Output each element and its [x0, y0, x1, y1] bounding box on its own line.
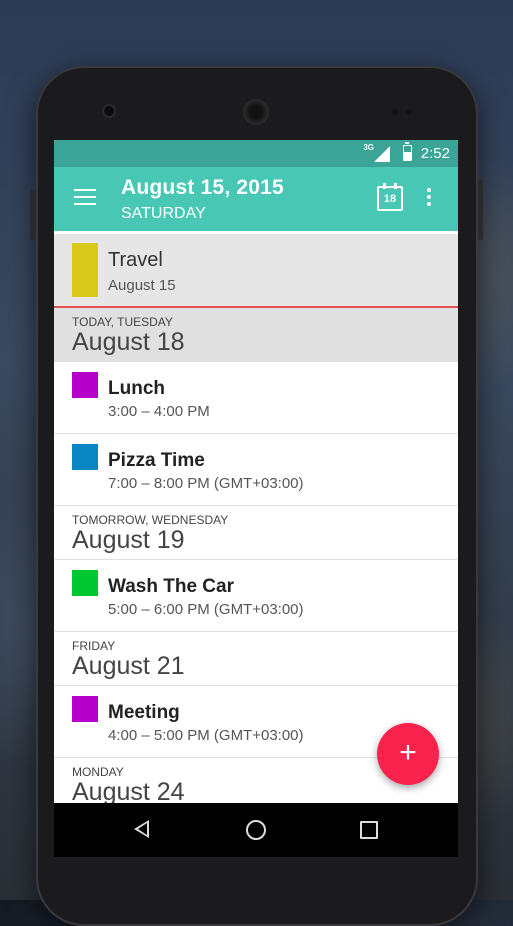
event-time: 5:00 – 6:00 PM (GMT+03:00): [108, 601, 304, 618]
front-camera: [104, 106, 114, 116]
network-type: 3G: [363, 143, 374, 152]
event-time: 4:00 – 5:00 PM (GMT+03:00): [108, 727, 304, 744]
volume-button: [30, 190, 36, 240]
list-item[interactable]: Pizza Time 7:00 – 8:00 PM (GMT+03:00): [54, 434, 458, 506]
proximity-sensor: [392, 109, 398, 115]
event-color-swatch: [72, 696, 98, 722]
event-color-swatch: [72, 570, 98, 596]
event-title: Travel: [108, 249, 163, 271]
calendar-icon[interactable]: 18: [377, 183, 403, 211]
event-time: 7:00 – 8:00 PM (GMT+03:00): [108, 475, 304, 492]
event-color-swatch: [72, 444, 98, 470]
event-title: Lunch: [108, 378, 165, 399]
section-day-label: FRIDAY: [72, 639, 116, 653]
home-icon[interactable]: [246, 820, 266, 840]
navigation-bar: [54, 803, 458, 857]
list-item-travel[interactable]: Travel August 15: [54, 234, 458, 306]
section-day-label: TODAY, TUESDAY: [72, 315, 173, 329]
back-icon[interactable]: [134, 820, 149, 838]
clock: 2:52: [420, 145, 450, 162]
page-subtitle: SATURDAY: [121, 205, 206, 222]
status-bar: 3G 2:52: [54, 140, 458, 167]
section-date: August 19: [72, 526, 185, 554]
section-day-label: MONDAY: [72, 765, 124, 779]
event-color-swatch: [72, 243, 98, 297]
event-date: August 15: [108, 277, 176, 294]
more-vert-icon[interactable]: [426, 188, 432, 208]
power-button: [478, 180, 483, 240]
event-title: Meeting: [108, 702, 180, 723]
section-header: TODAY, TUESDAY August 18: [54, 308, 458, 362]
section-day-label: TOMORROW, WEDNESDAY: [72, 513, 229, 527]
event-color-swatch: [72, 372, 98, 398]
menu-icon[interactable]: [74, 189, 96, 207]
signal-icon: [374, 146, 390, 162]
recents-icon[interactable]: [360, 821, 378, 839]
event-time: 3:00 – 4:00 PM: [108, 403, 210, 420]
section-header: FRIDAY August 21: [54, 632, 458, 686]
light-sensor: [406, 109, 412, 115]
section-date: August 18: [72, 328, 185, 356]
calendar-day-number: 18: [383, 193, 397, 205]
earpiece-speaker: [243, 99, 269, 125]
section-date: August 21: [72, 652, 185, 680]
list-item[interactable]: Lunch 3:00 – 4:00 PM: [54, 362, 458, 434]
add-event-button[interactable]: +: [377, 723, 439, 785]
event-title: Wash The Car: [108, 576, 234, 597]
event-title: Pizza Time: [108, 450, 205, 471]
list-item[interactable]: Wash The Car 5:00 – 6:00 PM (GMT+03:00): [54, 560, 458, 632]
section-date: August 24: [72, 778, 185, 803]
section-header: TOMORROW, WEDNESDAY August 19: [54, 506, 458, 560]
screen: 3G 2:52 August 15, 2015 SATURDAY 18 Trav…: [54, 140, 458, 803]
battery-icon: [403, 142, 412, 161]
page-title: August 15, 2015: [121, 176, 284, 199]
app-bar: August 15, 2015 SATURDAY 18: [54, 167, 458, 231]
